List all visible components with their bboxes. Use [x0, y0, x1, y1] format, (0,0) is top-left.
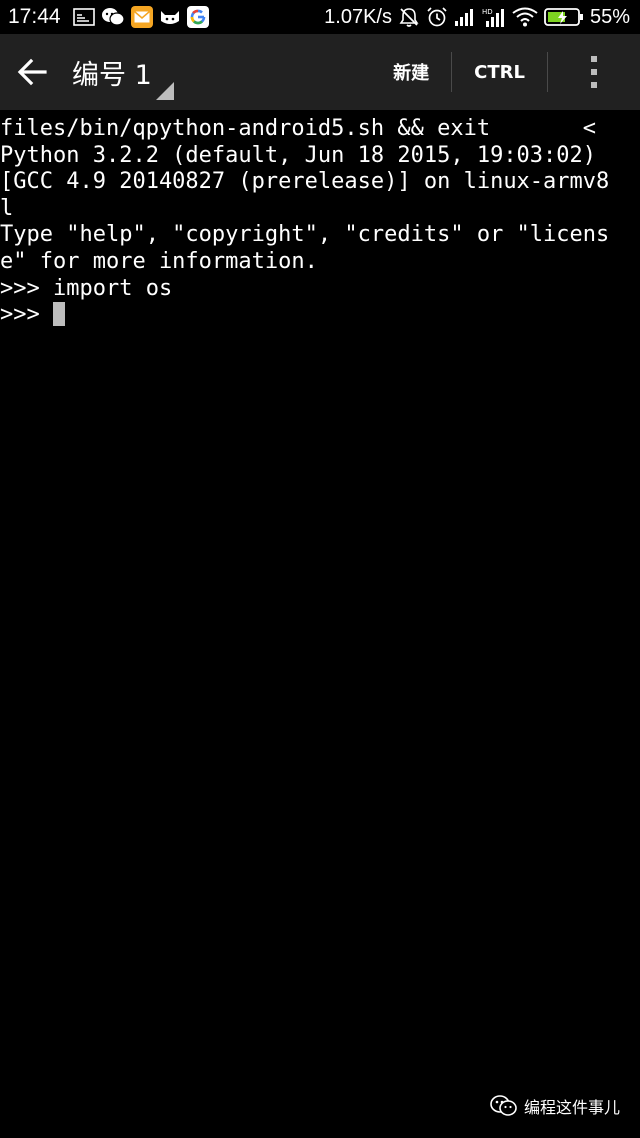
- mail-icon: [130, 6, 153, 28]
- cat-icon: [159, 7, 181, 27]
- google-icon: [186, 6, 209, 28]
- network-speed: 1.07K/s: [324, 5, 392, 28]
- more-vertical-icon: [589, 55, 599, 89]
- session-title: 编号 1: [72, 59, 152, 91]
- terminal-line: e" for more information.: [0, 248, 318, 274]
- svg-text:HD: HD: [482, 8, 493, 16]
- terminal-line: [GCC 4.9 20140827 (prerelease)] on linux…: [0, 169, 610, 195]
- status-bar-left: 17:44: [8, 5, 209, 29]
- watermark: 编程这件事儿: [490, 1094, 620, 1118]
- arrow-left-icon: [17, 58, 47, 86]
- status-bar: 17:44 1.07K/s HD 55%: [0, 0, 640, 34]
- status-time: 17:44: [8, 5, 61, 28]
- toolbar-actions: 新建 CTRL: [371, 34, 640, 110]
- battery-percent: 55%: [589, 5, 630, 28]
- terminal-line: Type "help", "copyright", "credits" or "…: [0, 222, 610, 248]
- back-button[interactable]: [0, 34, 64, 110]
- terminal-toolbar: 编号 1 新建 CTRL: [0, 34, 640, 110]
- gallery-icon: [72, 7, 95, 27]
- signal-hd-icon: HD: [482, 6, 506, 28]
- terminal-cursor: [52, 302, 65, 327]
- wechat-official-icon: [490, 1094, 518, 1118]
- terminal-line: Python 3.2.2 (default, Jun 18 2015, 19:0…: [0, 142, 597, 168]
- ctrl-button[interactable]: CTRL: [452, 34, 547, 110]
- watermark-text: 编程这件事儿: [523, 1098, 620, 1117]
- wifi-icon: [512, 7, 538, 27]
- mute-icon: [398, 6, 420, 28]
- terminal-line: >>> import os: [0, 275, 173, 301]
- signal-icon: [454, 7, 476, 27]
- terminal-output[interactable]: files/bin/qpython-android5.sh && exit < …: [0, 116, 640, 1106]
- new-session-button[interactable]: 新建: [371, 34, 451, 110]
- terminal-line: l: [0, 195, 14, 221]
- wechat-icon: [101, 6, 125, 28]
- terminal-input-line[interactable]: >>>: [0, 302, 640, 329]
- terminal-line: files/bin/qpython-android5.sh && exit <: [0, 116, 597, 141]
- overflow-menu-button[interactable]: [548, 34, 640, 110]
- terminal-prompt: >>>: [0, 302, 53, 328]
- session-selector[interactable]: 编号 1: [64, 34, 174, 110]
- battery-icon: [544, 7, 584, 27]
- status-bar-right: 1.07K/s HD 55%: [324, 6, 630, 29]
- dropdown-corner-icon: [156, 82, 174, 100]
- alarm-icon: [426, 6, 448, 28]
